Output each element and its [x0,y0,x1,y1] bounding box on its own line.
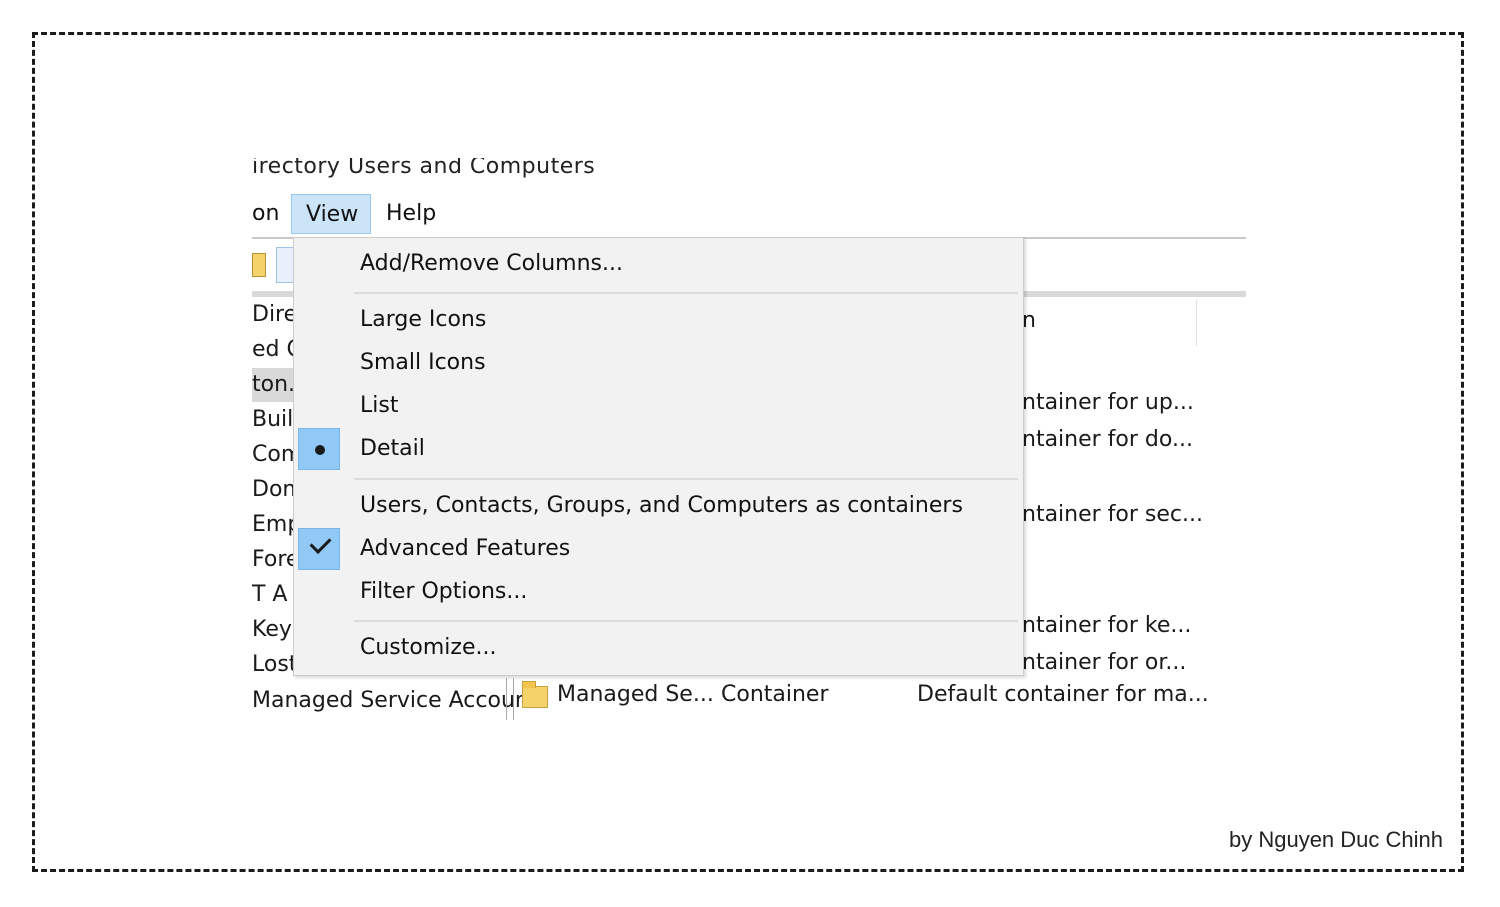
list-item-description: ntainer for or... [1022,650,1187,675]
tree-item[interactable]: Managed Service Accour [252,684,524,718]
list-item-name[interactable]: Managed Se... [557,682,714,718]
menu-item-label: Filter Options... [360,579,528,604]
menu-item-advanced-features[interactable]: Advanced Features [294,529,1023,569]
menu-item-label: Detail [360,436,425,461]
menu-item-large-icons[interactable]: Large Icons [294,300,1023,340]
menu-item-list[interactable]: List [294,386,1023,426]
menu-item-filter-options[interactable]: Filter Options... [294,572,1023,612]
menu-item-add-remove-columns[interactable]: Add/Remove Columns... [294,244,1023,284]
menu-separator [354,292,1018,294]
folder-icon[interactable] [252,253,266,277]
tree-item[interactable]: T A [252,578,287,612]
pane-splitter[interactable] [506,678,514,720]
menu-item-small-icons[interactable]: Small Icons [294,343,1023,383]
menu-separator [354,478,1018,480]
author-credit: by Nguyen Duc Chinh [1228,827,1443,852]
menu-item-label: Large Icons [360,307,487,332]
menu-item-label: List [360,393,399,418]
list-item-description: ntainer for ke... [1022,613,1192,638]
list-item-description: ntainer for sec... [1022,502,1203,527]
list-item-type: Container [721,682,829,707]
menu-item-detail[interactable]: Detail [294,429,1023,469]
column-divider[interactable] [1196,300,1197,346]
list-item-description: ntainer for do... [1022,427,1193,452]
window-title: irectory Users and Computers [252,158,596,179]
menu-item-label: Users, Contacts, Groups, and Computers a… [360,493,963,518]
menu-separator [354,620,1018,622]
menu-item-users-as-containers[interactable]: Users, Contacts, Groups, and Computers a… [294,486,1023,526]
menu-item-customize[interactable]: Customize... [294,628,1023,668]
list-item-description: ntainer for up... [1022,390,1194,415]
menu-item-label: Advanced Features [360,536,571,561]
tree-item[interactable]: Lost [252,648,297,682]
menu-action[interactable]: on [252,194,279,234]
menu-item-label: Customize... [360,635,497,660]
menu-view[interactable]: View [291,194,371,234]
view-menu-dropdown: Add/Remove Columns... Large Icons Small … [293,237,1024,676]
menu-item-label: Small Icons [360,350,486,375]
menu-item-label: Add/Remove Columns... [360,251,623,276]
column-header-description[interactable]: n [1022,308,1036,333]
menu-help[interactable]: Help [386,194,436,234]
folder-icon [522,681,548,708]
menu-bar: on View Help [252,194,1246,234]
list-item-description: Default container for ma... [917,682,1209,707]
